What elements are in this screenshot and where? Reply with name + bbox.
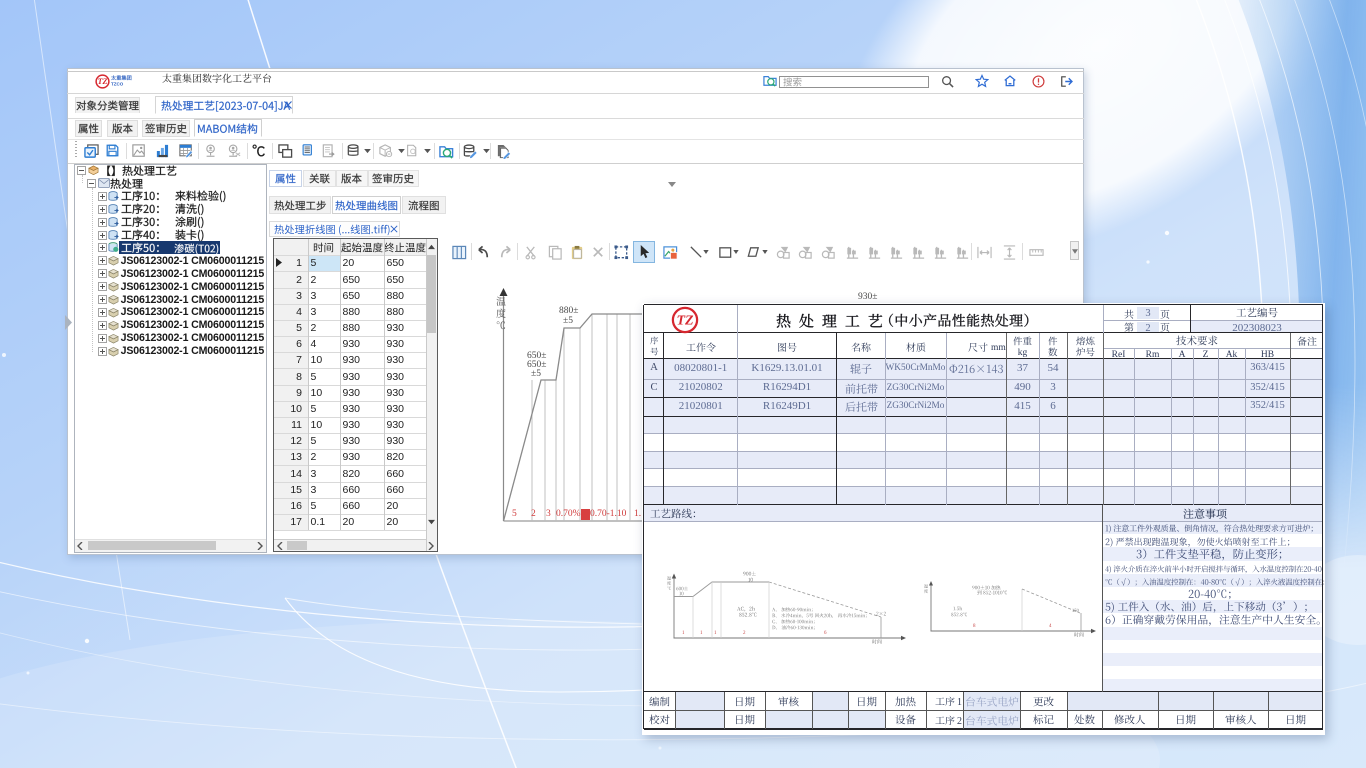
svg-text:TZCO: TZCO <box>111 82 124 87</box>
svg-text:TZ: TZ <box>676 314 694 329</box>
svg-text:TZ: TZ <box>97 77 107 86</box>
